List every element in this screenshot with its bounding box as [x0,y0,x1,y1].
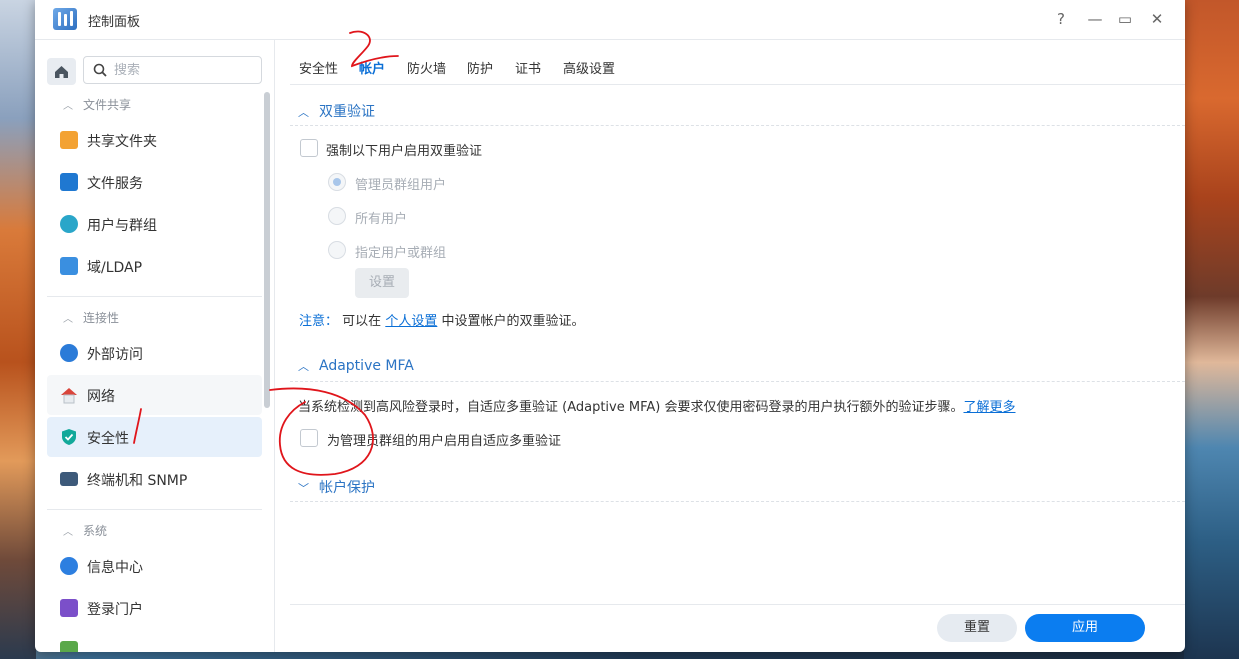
control-panel-window: 控制面板 ? — ▭ ✕ ︿文件共享 共享文件夹 文件服务 [35,0,1185,652]
section-connectivity[interactable]: ︿ 连接性 [63,309,119,326]
sidebar-item-users-groups[interactable]: 用户与群组 [47,204,262,244]
two-factor-header[interactable]: ︿ 双重验证 [298,101,375,121]
reset-button[interactable]: 重置 [937,614,1017,642]
adaptive-mfa-header[interactable]: ︿ Adaptive MFA [298,358,414,374]
personal-settings-link[interactable]: 个人设置 [385,314,437,329]
radio-specific-users-label: 指定用户或群组 [355,246,447,261]
security-shield-icon [62,429,76,445]
chevron-up-icon: ︿ [298,360,309,373]
radio-specific-users[interactable] [328,241,346,259]
apply-button[interactable]: 应用 [1025,614,1145,642]
chevron-up-icon: ︿ [298,106,309,119]
two-factor-note: 注意： 可以在 个人设置 中设置帐户的双重验证。 [299,314,585,329]
file-services-icon [60,173,78,191]
help-icon[interactable]: ? [1051,9,1071,29]
learn-more-link[interactable]: 了解更多 [963,400,1015,415]
terminal-icon [60,472,78,486]
domain-ldap-icon [60,257,78,275]
close-icon[interactable]: ✕ [1147,9,1167,29]
section-file-sharing[interactable]: ︿ 文件共享 [63,96,131,113]
sidebar-item-next[interactable] [47,630,262,652]
tab-protection[interactable]: 防护 [467,58,493,77]
shared-folder-icon [60,131,78,149]
section-system[interactable]: ︿ 系统 [63,522,107,539]
sidebar-item-network[interactable]: 网络 [47,375,262,415]
external-access-icon [60,344,78,362]
window-title: 控制面板 [88,15,141,30]
sidebar-item-shared-folder[interactable]: 共享文件夹 [47,120,262,160]
users-groups-icon [60,215,78,233]
enable-adaptive-mfa-label: 为管理员群组的用户启用自适应多重验证 [327,434,562,449]
title-bar: 控制面板 ? — ▭ ✕ [35,0,1185,40]
network-icon [61,388,77,404]
info-center-icon [60,557,78,575]
tab-account[interactable]: 帐户 [359,58,385,77]
chevron-up-icon: ︿ [63,314,73,325]
search-icon [93,63,107,77]
desktop-wallpaper-left [0,0,36,659]
enable-adaptive-mfa-checkbox[interactable] [300,429,318,447]
enforce-2fa-checkbox[interactable] [300,139,318,157]
tab-firewall[interactable]: 防火墙 [407,58,446,77]
radio-all-users[interactable] [328,207,346,225]
sidebar: ︿文件共享 共享文件夹 文件服务 用户与群组 域/LDAP ︿连接性 外部访问 [35,40,275,652]
minimize-icon[interactable]: — [1085,9,1105,29]
chevron-down-icon: ﹀ [298,482,309,495]
sidebar-item-terminal-snmp[interactable]: 终端机和 SNMP [47,459,262,499]
desktop-wallpaper-right [1184,0,1239,659]
sidebar-item-external-access[interactable]: 外部访问 [47,333,262,373]
tab-security[interactable]: 安全性 [299,58,338,77]
section-divider [290,125,1185,126]
sidebar-scrollbar[interactable] [264,92,270,408]
sidebar-divider [47,296,262,297]
tab-certificate[interactable]: 证书 [515,58,541,77]
footer-divider [290,604,1185,605]
maximize-icon[interactable]: ▭ [1115,9,1135,29]
home-icon [55,66,68,78]
account-protection-header[interactable]: ﹀ 帐户保护 [298,477,375,497]
tab-advanced[interactable]: 高级设置 [563,58,615,77]
search-input[interactable] [114,61,254,79]
sidebar-item-file-services[interactable]: 文件服务 [47,162,262,202]
enforce-2fa-label: 强制以下用户启用双重验证 [326,144,483,159]
sidebar-item-security[interactable]: 安全性 [47,417,262,457]
sidebar-item-login-portal[interactable]: 登录门户 [47,588,262,628]
settings-button[interactable]: 设置 [355,268,409,298]
tab-divider [290,84,1185,85]
adaptive-mfa-description: 当系统检测到高风险登录时，自适应多重验证 (Adaptive MFA) 会要求仅… [298,400,1016,415]
radio-all-users-label: 所有用户 [355,212,408,227]
chevron-up-icon: ︿ [63,101,73,112]
sidebar-divider [47,509,262,510]
sidebar-item-info-center[interactable]: 信息中心 [47,546,262,586]
section-divider [290,501,1185,502]
section-divider [290,381,1185,382]
radio-admin-group-label: 管理员群组用户 [355,178,447,193]
search-field[interactable] [83,56,262,84]
chevron-up-icon: ︿ [63,527,73,538]
app-icon [60,641,78,652]
login-portal-icon [60,599,78,617]
sidebar-item-domain-ldap[interactable]: 域/LDAP [47,246,262,286]
radio-admin-group[interactable] [328,173,346,191]
control-panel-app-icon [53,8,77,30]
home-button[interactable] [47,58,76,85]
